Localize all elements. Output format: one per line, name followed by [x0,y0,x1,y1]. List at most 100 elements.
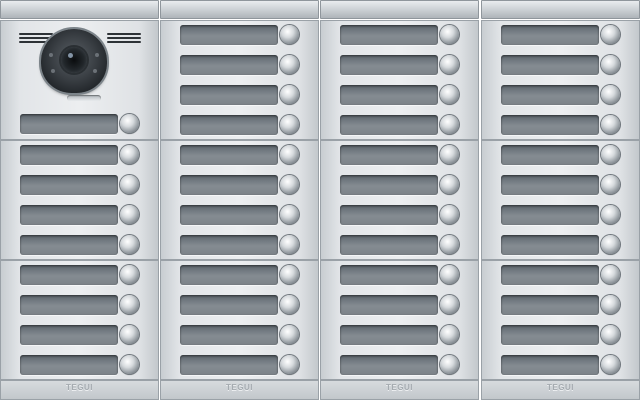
name-plate [340,55,438,75]
column-top-cap [320,0,479,19]
call-button[interactable] [120,295,139,314]
call-button[interactable] [280,205,299,224]
name-plate [20,265,118,285]
call-button[interactable] [120,114,139,133]
grille-slot [107,41,141,43]
name-plate [180,115,278,135]
name-plate [501,85,599,105]
name-plate [180,265,278,285]
name-plate [340,145,438,165]
call-button[interactable] [440,175,459,194]
name-plate [180,55,278,75]
call-button[interactable] [601,265,620,284]
call-button[interactable] [120,265,139,284]
camera-module [0,20,159,140]
call-button[interactable] [440,325,459,344]
column-top-cap [0,0,159,19]
name-plate [20,235,118,255]
panel-column: TEGUI [481,0,640,400]
name-plate [180,25,278,45]
call-button[interactable] [280,85,299,104]
call-button[interactable] [280,325,299,344]
name-plate [340,295,438,315]
call-button[interactable] [440,55,459,74]
button-module [320,260,479,380]
name-plate [180,175,278,195]
call-button[interactable] [601,355,620,374]
name-plate [180,355,278,375]
button-module [481,140,640,260]
call-button[interactable] [440,25,459,44]
brand-logo: TEGUI [547,383,574,392]
call-button[interactable] [280,145,299,164]
ir-led-icon [93,69,97,73]
call-button[interactable] [440,295,459,314]
button-module [320,20,479,140]
call-button[interactable] [280,175,299,194]
call-button[interactable] [440,355,459,374]
call-button[interactable] [280,115,299,134]
call-button[interactable] [601,145,620,164]
name-plate [340,175,438,195]
call-button[interactable] [280,355,299,374]
grille-slot [107,33,141,35]
grille-slot [19,37,53,39]
name-plate [180,205,278,225]
call-button[interactable] [440,85,459,104]
name-plate [501,265,599,285]
call-button[interactable] [120,325,139,344]
call-button[interactable] [280,235,299,254]
name-plate [340,205,438,225]
ir-led-icon [49,53,53,57]
brand-logo: TEGUI [66,383,93,392]
call-button[interactable] [601,85,620,104]
name-plate [501,205,599,225]
name-plate [180,295,278,315]
call-button[interactable] [601,115,620,134]
call-button[interactable] [440,145,459,164]
button-module [160,260,319,380]
ir-led-icon [51,69,55,73]
camera-lens-icon [41,29,107,93]
name-plate [501,25,599,45]
call-button[interactable] [120,235,139,254]
call-button[interactable] [601,175,620,194]
camera-badge [67,95,101,101]
panel-column: TEGUI [160,0,319,400]
call-button[interactable] [440,235,459,254]
name-plate [340,355,438,375]
call-button[interactable] [120,175,139,194]
button-module [0,140,159,260]
call-button[interactable] [601,325,620,344]
call-button[interactable] [120,145,139,164]
call-button[interactable] [601,295,620,314]
column-top-cap [160,0,319,19]
call-button[interactable] [601,55,620,74]
call-button[interactable] [440,265,459,284]
brand-footer: TEGUI [0,380,159,400]
call-button[interactable] [120,205,139,224]
call-button[interactable] [280,265,299,284]
brand-logo: TEGUI [386,383,413,392]
call-button[interactable] [601,25,620,44]
name-plate [501,355,599,375]
brand-footer: TEGUI [160,380,319,400]
lens-glint [68,53,73,58]
call-button[interactable] [280,295,299,314]
call-button[interactable] [280,55,299,74]
call-button[interactable] [120,355,139,374]
call-button[interactable] [440,205,459,224]
lens-icon [61,47,87,73]
name-plate [20,205,118,225]
name-plate [180,235,278,255]
name-plate [20,175,118,195]
call-button[interactable] [280,25,299,44]
button-module [320,140,479,260]
call-button[interactable] [601,235,620,254]
call-button[interactable] [601,205,620,224]
ir-led-icon [95,53,99,57]
name-plate [20,114,118,134]
call-button[interactable] [440,115,459,134]
grille-slot [107,37,141,39]
name-plate [340,25,438,45]
